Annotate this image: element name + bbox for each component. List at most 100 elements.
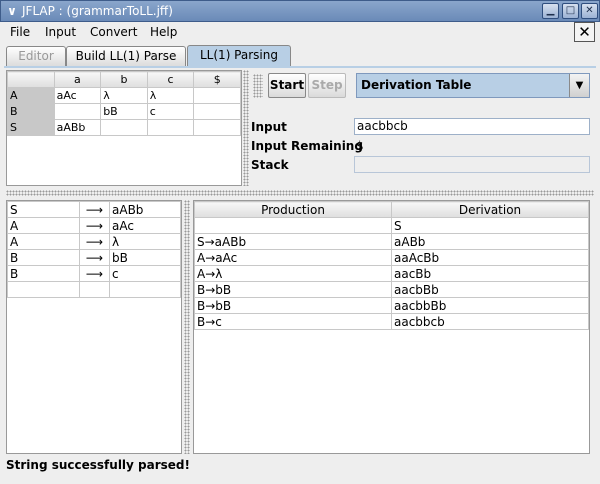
tab-ll1-parsing[interactable]: LL(1) Parsing [187,45,291,67]
table-row: A ⟶ aAc [7,217,181,234]
grammar-lhs[interactable]: S [7,201,80,218]
table-row: A aAc λ λ [7,87,241,104]
table-row: B→bB aacbbBb [194,297,589,314]
menu-input[interactable]: Input [45,25,76,39]
table-row: S aABb [7,119,241,136]
vertical-split-handle-2[interactable] [184,200,190,454]
production-arrow: ⟶ [79,265,110,282]
grammar-lhs[interactable]: A [7,217,80,234]
table-row: S [194,217,589,234]
minimize-icon[interactable]: ▁ [542,3,559,19]
menu-help[interactable]: Help [150,25,177,39]
close-window-icon[interactable]: ✕ [581,3,598,19]
stack-label: Stack [251,158,289,172]
derivation-panel: Production Derivation S S→aABb aABb A→aAc… [193,200,590,454]
table-cell[interactable] [53,103,102,120]
production-arrow: ⟶ [79,233,110,250]
grammar-lhs[interactable] [7,281,80,298]
table-row: B ⟶ c [7,265,181,282]
grammar-lhs[interactable]: B [7,249,80,266]
production-column-header[interactable]: Production [194,201,392,218]
table-row: A→aAc aaAcBb [194,249,589,266]
tab-editor[interactable]: Editor [6,46,66,66]
derivation-cell: aABb [391,233,589,250]
input-label: Input [251,120,287,134]
start-button[interactable]: Start [268,73,306,98]
row-header: S [7,119,55,136]
production-arrow: ⟶ [79,201,110,218]
jflap-app-icon[interactable]: ∨ [4,4,20,19]
view-mode-dropdown[interactable]: Derivation Table ▼ [356,73,590,98]
table-cell[interactable] [193,87,241,104]
derivation-cell: aaAcBb [391,249,589,266]
horizontal-split-handle[interactable] [6,190,594,196]
table-row [7,281,181,298]
table-row: A→λ aacBb [194,265,589,282]
grammar-rhs[interactable]: aAc [109,217,181,234]
table-cell[interactable] [193,119,241,136]
chevron-down-icon[interactable]: ▼ [569,74,589,97]
table-row: A ⟶ λ [7,233,181,250]
parse-table: a b c $ A aAc λ λ B bB c S aABb [7,71,241,136]
tab-build-ll1-parse[interactable]: Build LL(1) Parse [66,46,186,66]
table-row: S ⟶ aABb [7,201,181,218]
production-cell: B→bB [194,281,392,298]
table-cell[interactable] [146,119,195,136]
tab-underline [4,66,596,68]
table-row: B→bB aacbBb [194,281,589,298]
window-title: JFLAP : (grammarToLL.jff) [22,4,173,18]
table-row: B ⟶ bB [7,249,181,266]
grammar-rhs[interactable]: c [109,265,181,282]
table-cell[interactable]: bB [100,103,148,120]
row-header: B [7,103,55,120]
menu-file[interactable]: File [10,25,30,39]
row-header: A [7,87,55,104]
table-row: B bB c [7,103,241,120]
grammar-rhs[interactable] [109,281,181,298]
derivation-table: Production Derivation S S→aABb aABb A→aAc… [194,201,589,330]
input-field[interactable]: aacbbcb [354,118,590,135]
title-bar: ∨ JFLAP : (grammarToLL.jff) ▁ □ ✕ [0,0,600,22]
production-cell: B→bB [194,297,392,314]
parse-table-header: b [100,71,148,88]
derivation-column-header[interactable]: Derivation [391,201,589,218]
table-row: B→c aacbbcb [194,313,589,330]
menu-convert[interactable]: Convert [90,25,137,39]
table-cell[interactable] [193,103,241,120]
grammar-rhs[interactable]: bB [109,249,181,266]
grammar-table: S ⟶ aABb A ⟶ aAc A ⟶ λ B ⟶ bB B ⟶ c [7,201,181,298]
production-cell: A→aAc [194,249,392,266]
table-cell[interactable]: aABb [53,119,102,136]
production-cell: S→aABb [194,233,392,250]
vertical-split-handle[interactable] [243,70,249,186]
menu-bar: File Input Convert Help [0,22,600,43]
table-cell[interactable] [100,119,148,136]
derivation-cell: S [391,217,589,234]
production-cell: B→c [194,313,392,330]
grammar-lhs[interactable]: A [7,233,80,250]
stack-field [354,156,590,173]
status-message: String successfully parsed! [6,458,190,472]
maximize-icon[interactable]: □ [562,3,579,19]
view-mode-value: Derivation Table [361,78,472,92]
table-cell[interactable]: λ [146,87,195,104]
parse-table-header: a [53,71,102,88]
grammar-lhs[interactable]: B [7,265,80,282]
table-cell[interactable]: aAc [53,87,102,104]
production-arrow: ⟶ [79,217,110,234]
derivation-cell: aacbbBb [391,297,589,314]
grammar-rhs[interactable]: λ [109,233,181,250]
table-cell[interactable]: λ [100,87,148,104]
production-arrow-empty [79,281,110,298]
step-button[interactable]: Step [308,73,346,98]
parse-table-header [7,71,55,88]
toolbar-grip[interactable] [253,74,263,98]
input-remaining-value: $ [356,139,364,153]
close-tab-icon[interactable]: ✕ [574,22,595,42]
table-cell[interactable]: c [146,103,195,120]
derivation-header-row: Production Derivation [194,201,589,218]
grammar-rhs[interactable]: aABb [109,201,181,218]
grammar-panel: S ⟶ aABb A ⟶ aAc A ⟶ λ B ⟶ bB B ⟶ c [6,200,182,454]
derivation-cell: aacbBb [391,281,589,298]
parse-table-header-row: a b c $ [7,71,241,88]
